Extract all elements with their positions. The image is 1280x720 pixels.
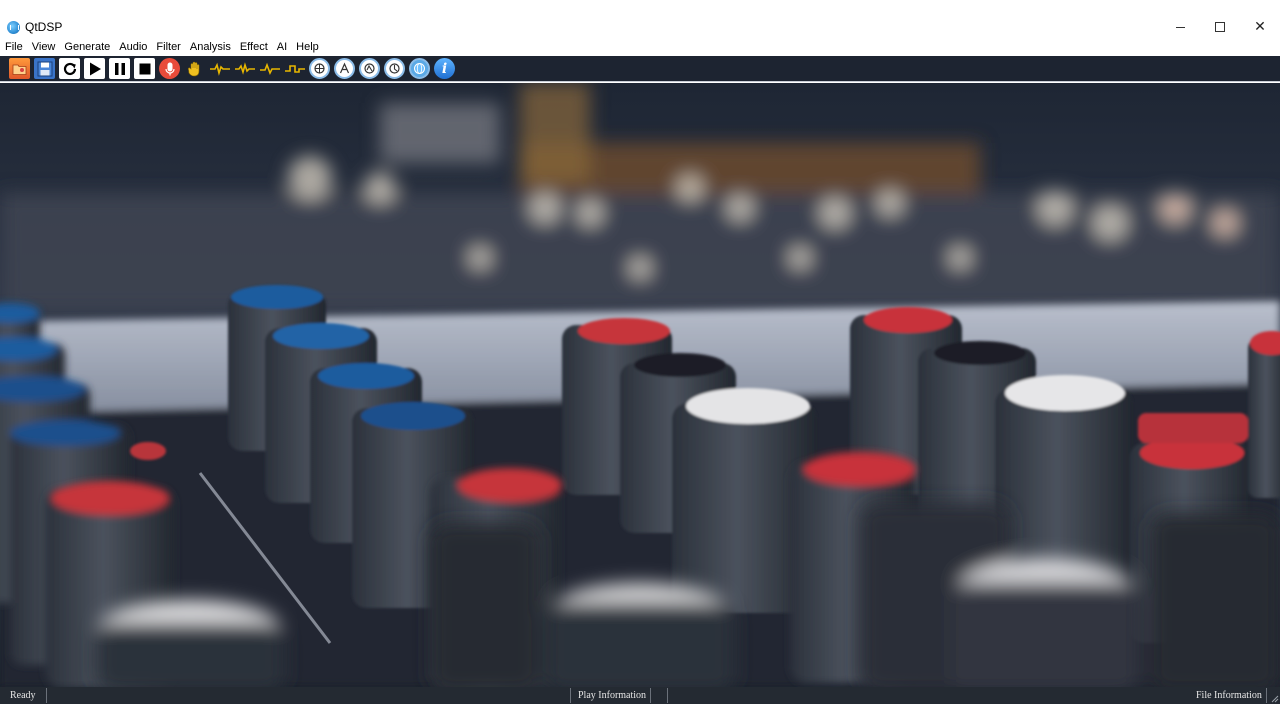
save-icon[interactable] bbox=[34, 58, 55, 79]
minimize-button[interactable] bbox=[1160, 16, 1200, 38]
menu-effect[interactable]: Effect bbox=[235, 38, 272, 56]
maximize-button[interactable] bbox=[1200, 16, 1240, 38]
status-ready: Ready bbox=[10, 690, 36, 701]
menu-audio[interactable]: Audio bbox=[114, 38, 151, 56]
toolbar: i bbox=[0, 56, 1280, 82]
pause-icon[interactable] bbox=[109, 58, 130, 79]
menu-ai[interactable]: AI bbox=[272, 38, 291, 56]
open-folder-icon[interactable] bbox=[9, 58, 30, 79]
menu-analysis[interactable]: Analysis bbox=[185, 38, 235, 56]
menu-filter[interactable]: Filter bbox=[151, 38, 184, 56]
status-divider bbox=[570, 688, 571, 703]
reload-icon[interactable] bbox=[59, 58, 80, 79]
menu-view[interactable]: View bbox=[27, 38, 60, 56]
info-icon[interactable]: i bbox=[434, 58, 455, 79]
status-bar: Ready Play Information File Information bbox=[0, 687, 1280, 704]
status-play-information: Play Information bbox=[578, 690, 647, 701]
stop-icon[interactable] bbox=[134, 58, 155, 79]
close-button[interactable]: ✕ bbox=[1240, 16, 1280, 38]
menu-help[interactable]: Help bbox=[291, 38, 323, 56]
analysis-icon-2[interactable] bbox=[334, 58, 355, 79]
window-controls: ✕ bbox=[1160, 16, 1280, 38]
analysis-icon-3[interactable] bbox=[359, 58, 380, 79]
status-divider bbox=[1266, 688, 1267, 703]
waveform-icon-4[interactable] bbox=[284, 58, 305, 79]
resize-grip-icon[interactable] bbox=[1271, 695, 1279, 703]
status-file-information: File Information bbox=[1196, 690, 1262, 701]
play-icon[interactable] bbox=[84, 58, 105, 79]
waveform-icon-2[interactable] bbox=[234, 58, 255, 79]
status-divider bbox=[650, 688, 651, 703]
background-photo bbox=[0, 83, 1280, 687]
status-divider bbox=[667, 688, 668, 703]
analysis-icon-1[interactable] bbox=[309, 58, 330, 79]
globe-icon[interactable] bbox=[409, 58, 430, 79]
status-divider bbox=[46, 688, 47, 703]
menu-file[interactable]: File bbox=[0, 38, 27, 56]
close-icon: ✕ bbox=[1254, 19, 1266, 35]
waveform-icon-1[interactable] bbox=[209, 58, 230, 79]
title-bar: QtDSP ✕ bbox=[0, 16, 1280, 38]
menu-generate[interactable]: Generate bbox=[59, 38, 114, 56]
window-bottom-edge bbox=[0, 704, 1280, 720]
window-title: QtDSP bbox=[25, 20, 63, 34]
app-logo-icon bbox=[7, 20, 20, 34]
analysis-icon-4[interactable] bbox=[384, 58, 405, 79]
menu-bar: File View Generate Audio Filter Analysis… bbox=[0, 38, 1280, 56]
maximize-icon bbox=[1215, 22, 1225, 32]
waveform-icon-3[interactable] bbox=[259, 58, 280, 79]
record-microphone-icon[interactable] bbox=[159, 58, 180, 79]
hand-icon[interactable] bbox=[184, 58, 205, 79]
minimize-icon bbox=[1175, 26, 1185, 28]
